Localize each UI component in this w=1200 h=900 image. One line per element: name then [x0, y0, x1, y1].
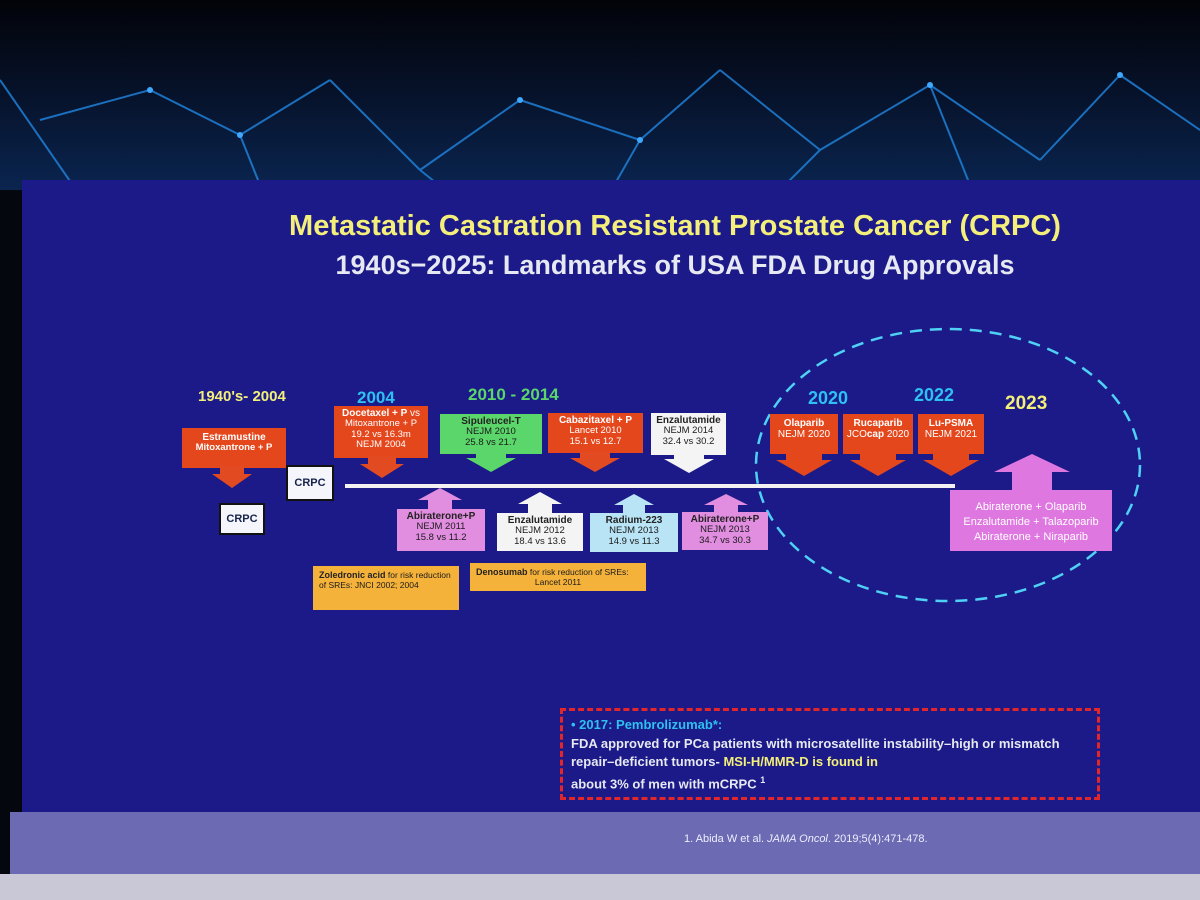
combo-enzalutamide-talazoparib: Enzalutamide + Talazoparib — [963, 516, 1099, 528]
arrow-rucaparib — [850, 452, 906, 476]
era-2010-2014: 2010 - 2014 — [468, 385, 559, 404]
arrow-cabazitaxel — [570, 452, 620, 472]
arrow-olaparib — [776, 452, 832, 476]
pembro-text-2: about 3% of men with mCRPC — [571, 776, 757, 792]
crpc-box-1: CRPC — [219, 503, 265, 535]
note-denosumab: Denosumab for risk reduction of SREs: La… — [470, 563, 646, 591]
arrow-abiraterone-2013 — [704, 494, 748, 514]
arrow-enzalutamide-2014 — [664, 453, 714, 473]
floor — [0, 874, 1200, 900]
combos-2023: Abiraterone + Olaparib Enzalutamide + Ta… — [950, 490, 1112, 551]
era-2020: 2020 — [808, 388, 849, 408]
arrow-estramustine — [212, 466, 252, 488]
pembro-highlight: MSI-H/MMR-D is found in — [723, 754, 878, 769]
approval-estramustine: Estramustine Mitoxantrone + P — [182, 428, 286, 468]
approval-enzalutamide-2012: Enzalutamide NEJM 2012 18.4 vs 13.6 — [497, 513, 583, 551]
pembro-heading: 2017: Pembrolizumab*: — [579, 717, 723, 732]
arrow-abiraterone-2011 — [418, 488, 462, 510]
era-2022: 2022 — [914, 385, 955, 405]
approval-olaparib: Olaparib NEJM 2020 — [770, 414, 838, 454]
approval-radium-223: Radium-223 NEJM 2013 14.9 vs 11.3 — [590, 513, 678, 552]
approval-lu-psma: Lu-PSMA NEJM 2021 — [918, 414, 984, 454]
note-zoledronic-acid: Zoledronic acid for risk reduction of SR… — [313, 566, 459, 610]
approval-abiraterone-2013: Abiraterone+P NEJM 2013 34.7 vs 30.3 — [682, 512, 768, 550]
pembrolizumab-note: • 2017: Pembrolizumab*: FDA approved for… — [560, 708, 1100, 800]
arrow-radium-223 — [614, 494, 654, 514]
approval-abiraterone-2011: Abiraterone+P NEJM 2011 15.8 vs 11.2 — [397, 509, 485, 551]
arrow-lu-psma — [923, 452, 979, 476]
slide-footer — [10, 812, 1200, 874]
arrow-enzalutamide-2012 — [518, 492, 562, 514]
slide-title: Metastatic Castration Resistant Prostate… — [289, 210, 1061, 242]
crpc-box-2: CRPC — [286, 465, 334, 501]
arrow-sipuleucel-t — [466, 452, 516, 472]
era-1940s-2004: 1940's- 2004 — [198, 388, 286, 405]
era-2023: 2023 — [1005, 393, 1048, 414]
approval-enzalutamide-2014: Enzalutamide NEJM 2014 32.4 vs 30.2 — [651, 413, 726, 455]
combo-abiraterone-olaparib: Abiraterone + Olaparib — [975, 501, 1087, 513]
combo-abiraterone-niraparib: Abiraterone + Niraparib — [973, 531, 1089, 543]
arrow-2023-up — [994, 454, 1070, 492]
approval-rucaparib: Rucaparib JCOcap 2020 — [843, 414, 913, 454]
reference: 1. Abida W et al. JAMA Oncol. 2019;5(4):… — [684, 833, 928, 845]
approval-cabazitaxel: Cabazitaxel + P Lancet 2010 15.1 vs 12.7 — [548, 413, 643, 453]
arrow-docetaxel — [360, 456, 404, 478]
era-2004: 2004 — [357, 388, 395, 407]
approval-docetaxel: Docetaxel + P vs Mitoxantrone + P 19.2 v… — [334, 406, 428, 458]
approval-sipuleucel-t: Sipuleucel-T NEJM 2010 25.8 vs 21.7 — [440, 414, 542, 454]
slide-subtitle: 1940s−2025: Landmarks of USA FDA Drug Ap… — [335, 250, 1015, 280]
